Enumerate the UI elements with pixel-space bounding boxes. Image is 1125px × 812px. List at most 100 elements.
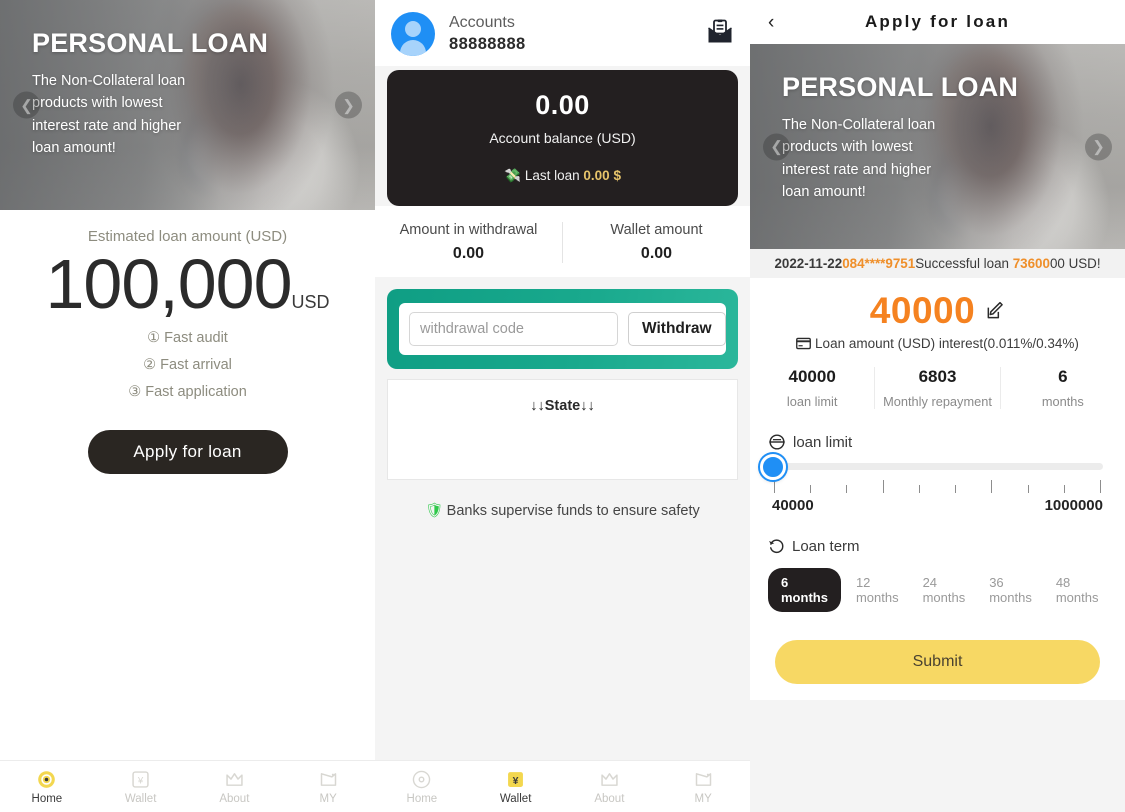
slider-tick — [1099, 480, 1101, 493]
tab-wallet-label: Wallet — [124, 792, 157, 805]
banner-title: PERSONAL LOAN — [782, 72, 1019, 102]
loan-term-options: 6 months 12 months 24 months 36 months 4… — [750, 568, 1125, 612]
balance-value: 0.00 — [535, 90, 590, 120]
slider-tick — [846, 485, 848, 493]
estimated-amount-unit: USD — [291, 292, 330, 312]
chevron-right-icon[interactable]: ❯ — [1085, 133, 1112, 160]
safety-note: 🛡 Banks supervise funds to ensure safety — [387, 502, 738, 519]
tab-about[interactable]: About — [563, 769, 657, 805]
shield-icon: 🛡 — [425, 503, 444, 519]
tab-wallet-label: Wallet — [499, 792, 532, 805]
tab-wallet[interactable]: ¥ Wallet — [94, 769, 188, 805]
ticker-date: 2022-11-22 — [774, 256, 843, 271]
chevron-left-icon[interactable]: ❮ — [13, 91, 40, 119]
slider-min-label: 40000 — [772, 497, 814, 514]
ticker-amount-highlight: 73600 — [1012, 256, 1050, 271]
estimated-amount-number: 100,000 — [45, 245, 292, 323]
banner-title: PERSONAL LOAN — [32, 28, 269, 58]
page-title: Apply for loan — [864, 12, 1011, 31]
nav-header: ‹ Apply for loan — [750, 0, 1125, 44]
slider-knob[interactable] — [760, 453, 786, 480]
account-label: Accounts — [449, 14, 515, 31]
wallet-stats-row: Amount in withdrawal 0.00 Wallet amount … — [375, 206, 750, 277]
loan-term-section-title: Loan term — [750, 538, 1125, 555]
stat-label: Wallet amount — [610, 222, 703, 238]
chevron-left-icon[interactable]: ‹ — [768, 13, 774, 32]
loan-amount-value: 40000 — [869, 290, 976, 331]
estimated-amount-value: 100,000USD — [0, 249, 375, 319]
banner-text-block: PERSONAL LOAN The Non-Collateral loan pr… — [782, 72, 1018, 204]
slider-track[interactable] — [760, 453, 1103, 480]
tab-about[interactable]: About — [188, 769, 282, 805]
ticker-phone: 084****9751 — [842, 256, 916, 271]
state-title: ↓↓State↓↓ — [530, 398, 595, 414]
credit-card-icon — [796, 337, 811, 350]
term-option-12[interactable]: 12 months — [847, 568, 908, 612]
stat-label: Monthly repayment — [883, 394, 992, 409]
slider-tick — [1063, 485, 1065, 493]
home-target-icon — [38, 770, 56, 788]
estimated-amount-label: Estimated loan amount (USD) — [87, 228, 288, 245]
stat-label: months — [1041, 394, 1084, 409]
slider-tick — [1027, 485, 1029, 493]
bottom-tabbar-home: Home ¥ Wallet About MY — [0, 760, 375, 812]
envelope-mail-icon[interactable] — [706, 19, 734, 50]
stat-label: Amount in withdrawal — [399, 222, 538, 238]
term-option-48[interactable]: 48 months — [1047, 568, 1108, 612]
tab-home[interactable]: Home — [375, 769, 469, 805]
wallet-body: Withdraw ↓↓State↓↓ 🛡Banks supervise fund… — [375, 277, 750, 519]
tab-home[interactable]: Home — [0, 769, 94, 805]
chevron-right-icon[interactable]: ❯ — [335, 91, 362, 119]
submit-button[interactable]: Submit — [775, 640, 1100, 684]
coin-icon — [769, 434, 785, 450]
state-card: ↓↓State↓↓ — [387, 379, 738, 480]
slider-max-label: 1000000 — [1044, 497, 1103, 514]
history-clock-icon — [769, 539, 784, 554]
wallet-yen-icon: ¥ — [508, 771, 524, 787]
stat-value: 6803 — [918, 367, 957, 386]
slider-tick — [991, 480, 993, 493]
feature-item-1: ① Fast audit — [147, 330, 228, 346]
promo-banner[interactable]: PERSONAL LOAN The Non-Collateral loan pr… — [750, 44, 1125, 249]
loan-amount-caption-text: Loan amount (USD) interest(0.011%/0.34%) — [815, 336, 1079, 351]
stat-wallet-amount: Wallet amount 0.00 — [562, 222, 750, 263]
last-loan-prefix: Last loan — [524, 168, 580, 183]
stat-loan-limit: 40000 loan limit — [750, 367, 874, 409]
tab-wallet[interactable]: ¥ Wallet — [469, 769, 563, 805]
chevron-left-icon[interactable]: ❮ — [763, 133, 790, 160]
apply-body: 40000 Loan amount (USD) interest(0.011%/… — [750, 278, 1125, 700]
stat-monthly-repayment: 6803 Monthly repayment — [874, 367, 999, 409]
stat-value: 0.00 — [452, 245, 485, 262]
stat-label: loan limit — [786, 394, 838, 409]
term-option-36[interactable]: 36 months — [980, 568, 1041, 612]
balance-label: Account balance (USD) — [489, 130, 636, 146]
withdraw-inner: Withdraw — [399, 303, 726, 355]
svg-text:¥: ¥ — [137, 775, 144, 786]
loan-stats-row: 40000 loan limit 6803 Monthly repayment … — [750, 367, 1125, 409]
avatar[interactable] — [391, 12, 435, 56]
panel-home: PERSONAL LOAN The Non-Collateral loan pr… — [0, 0, 375, 812]
edit-pencil-icon[interactable] — [985, 301, 1005, 321]
term-option-6[interactable]: 6 months — [768, 568, 841, 612]
loan-limit-slider[interactable]: 40000 1000000 — [750, 453, 1125, 514]
apply-for-loan-button[interactable]: Apply for loan — [87, 430, 288, 474]
loan-limit-section-label: loan limit — [793, 433, 853, 451]
stat-value: 6 — [1058, 367, 1068, 386]
three-panel-screenshot: PERSONAL LOAN The Non-Collateral loan pr… — [0, 0, 1125, 812]
tab-home-label: Home — [406, 792, 438, 805]
withdrawal-code-input[interactable] — [409, 312, 618, 346]
withdraw-card: Withdraw — [387, 289, 738, 369]
home-target-icon — [413, 770, 431, 788]
tab-about-label: About — [219, 792, 250, 805]
tab-my[interactable]: MY — [656, 769, 750, 805]
loan-limit-section-title: loan limit — [750, 433, 1125, 451]
stat-months: 6 months — [999, 367, 1125, 409]
promo-banner[interactable]: PERSONAL LOAN The Non-Collateral loan pr… — [0, 0, 375, 210]
term-option-24[interactable]: 24 months — [914, 568, 975, 612]
stat-value: 40000 — [788, 367, 836, 386]
svg-text:¥: ¥ — [513, 774, 519, 786]
last-loan-value: 0.00 — [583, 168, 610, 183]
tab-my[interactable]: MY — [281, 769, 375, 805]
my-folder-icon — [695, 772, 711, 786]
withdraw-button[interactable]: Withdraw — [628, 312, 726, 346]
